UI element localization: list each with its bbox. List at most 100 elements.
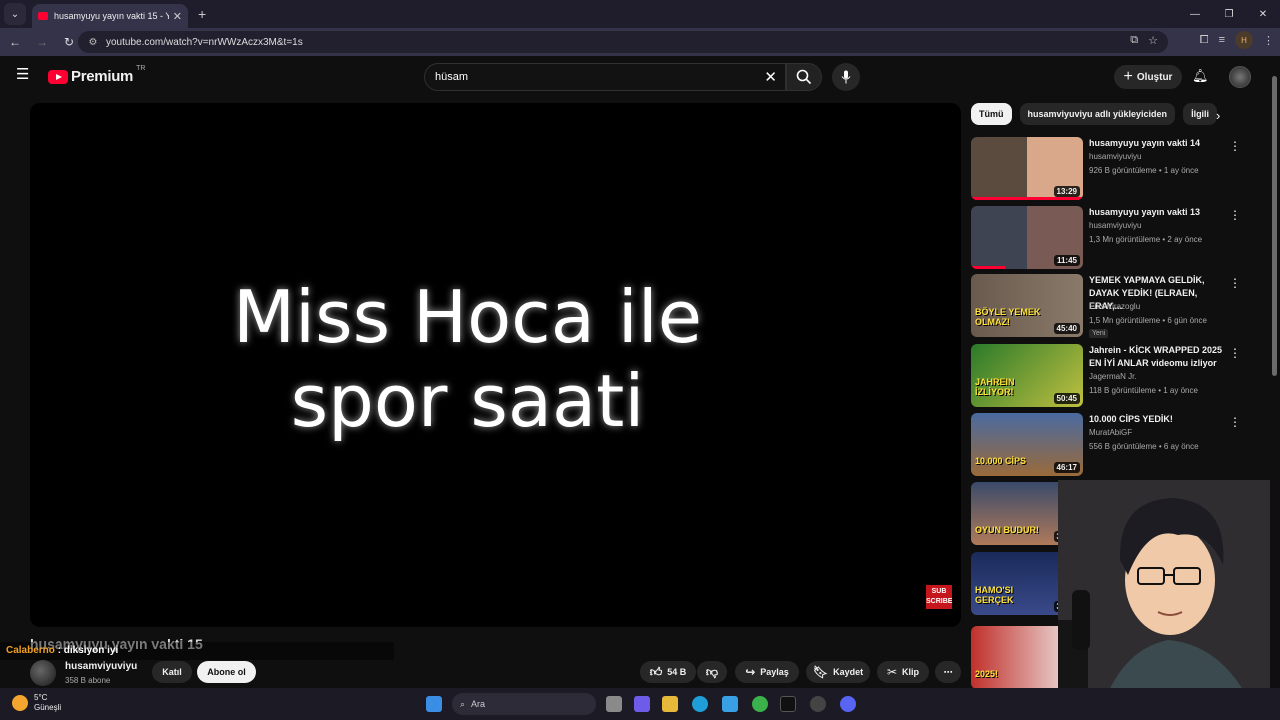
video-duration: 45:40 bbox=[1053, 323, 1080, 334]
recommendation-item[interactable]: BÖYLE YEMEK OLMAZ! 45:40 YEMEK YAPMAYA GEL… bbox=[971, 274, 1241, 338]
voice-search-button[interactable] bbox=[832, 63, 860, 91]
thumbnail-text: OYUN BUDUR! bbox=[975, 525, 1039, 535]
tab-search-icon[interactable]: ⌄ bbox=[4, 3, 26, 25]
reading-list-icon[interactable]: ≡ bbox=[1219, 34, 1225, 46]
weather-widget[interactable]: 5°C Güneşli bbox=[12, 693, 61, 713]
forward-icon[interactable]: → bbox=[30, 30, 54, 54]
channel-avatar[interactable] bbox=[30, 660, 56, 686]
more-vertical-icon[interactable]: ⋮ bbox=[1229, 139, 1241, 153]
recommendation-title[interactable]: husamyuyu yayın vakti 13 bbox=[1089, 206, 1229, 219]
like-button[interactable]: 👍︎ 54 B bbox=[640, 661, 696, 683]
plus-icon: + bbox=[1123, 68, 1133, 85]
back-icon[interactable]: ← bbox=[3, 30, 27, 54]
task-view-icon[interactable] bbox=[606, 696, 622, 712]
chip-related[interactable]: İlgili bbox=[1183, 103, 1218, 125]
obs-icon[interactable] bbox=[810, 696, 826, 712]
account-avatar[interactable] bbox=[1229, 66, 1251, 88]
join-button[interactable]: Katıl bbox=[152, 661, 192, 683]
more-vertical-icon[interactable]: ⋮ bbox=[1229, 415, 1241, 429]
recommendation-title[interactable]: 10.000 CİPS YEDİK! bbox=[1089, 413, 1229, 426]
site-info-icon[interactable]: ⚙ bbox=[86, 35, 100, 49]
clip-button[interactable]: ✂ Klip bbox=[877, 661, 929, 683]
browser-tab-active[interactable]: husamyuyu yayın vakti 15 - YouTube ✕ bbox=[32, 4, 188, 28]
recommendation-meta: 1,5 Mn görüntüleme • 6 gün önce bbox=[1089, 316, 1207, 325]
more-actions-button[interactable]: ⋯ bbox=[935, 661, 961, 683]
weather-condition: Güneşli bbox=[34, 703, 62, 712]
video-overlay-text: Miss Hoca ile spor saati bbox=[30, 275, 933, 443]
address-bar[interactable]: ⚙ youtube.com/watch?v=nrWWzAczx3M&t=1s ⧉… bbox=[78, 31, 1168, 53]
create-button[interactable]: + Oluştur bbox=[1114, 65, 1182, 89]
recommendation-item[interactable]: 13:29 husamyuyu yayın vakti 14 husamviyuvi… bbox=[971, 137, 1241, 201]
recommendation-item[interactable]: 10.000 CİPS 46:17 10.000 CİPS YEDİK! MuratA… bbox=[971, 413, 1241, 477]
recommendation-meta: 1,3 Mn görüntüleme • 2 ay önce bbox=[1089, 235, 1203, 244]
save-button[interactable]: 🔖︎ Kaydet bbox=[806, 661, 870, 683]
notifications-bell-icon[interactable]: 🔔︎ bbox=[1192, 68, 1210, 86]
channel-name[interactable]: husamviyuviyu bbox=[65, 661, 137, 672]
copilot-icon[interactable] bbox=[634, 696, 650, 712]
extensions-icon[interactable]: ⧠ bbox=[1200, 34, 1209, 47]
video-thumbnail[interactable]: 13:29 bbox=[971, 137, 1083, 200]
video-thumbnail[interactable]: 10.000 CİPS 46:17 bbox=[971, 413, 1083, 476]
subscribe-button[interactable]: Abone ol bbox=[197, 661, 256, 683]
taskbar-search-label: Ara bbox=[471, 699, 486, 709]
recommendation-item[interactable]: 11:45 husamyuyu yayın vakti 13 husamviyuvi… bbox=[971, 206, 1241, 270]
recommendation-title[interactable]: husamyuyu yayın vakti 14 bbox=[1089, 137, 1229, 150]
chip-from-uploader[interactable]: husamviyuviyu adlı yükleyiciden bbox=[1019, 103, 1176, 125]
page-scrollbar[interactable] bbox=[1270, 56, 1280, 720]
create-label: Oluştur bbox=[1136, 71, 1173, 83]
recommendation-item[interactable]: JAHREIN İZLİYOR! 50:45 Jahrein - KİCK WRAP… bbox=[971, 344, 1241, 408]
recommendation-meta: 118 B görüntüleme • 1 ay önce bbox=[1089, 386, 1198, 395]
video-duration: 50:45 bbox=[1053, 393, 1080, 404]
share-button[interactable]: ↪ Paylaş bbox=[735, 661, 799, 683]
overlay-line-2: spor saati bbox=[290, 359, 645, 443]
recommendation-channel[interactable]: Enis Kirazoglu bbox=[1089, 302, 1140, 311]
chat-username: Calaberno bbox=[6, 645, 55, 656]
video-thumbnail[interactable]: BÖYLE YEMEK OLMAZ! 45:40 bbox=[971, 274, 1083, 337]
browser-tab-strip: ⌄ husamyuyu yayın vakti 15 - YouTube ✕ +… bbox=[0, 0, 1280, 28]
close-window-icon[interactable]: ✕ bbox=[1246, 0, 1280, 28]
youtube-header: ☰ Premium TR hüsam ✕ + Oluştur 🔔︎ bbox=[0, 56, 1270, 98]
more-vertical-icon[interactable]: ⋮ bbox=[1229, 276, 1241, 290]
recommendation-channel[interactable]: JagermaN Jr. bbox=[1089, 372, 1137, 381]
hamburger-menu-icon[interactable]: ☰ bbox=[16, 67, 32, 84]
tiktok-app-icon[interactable] bbox=[780, 696, 796, 712]
windows-start-icon[interactable] bbox=[426, 696, 442, 712]
more-vertical-icon[interactable]: ⋮ bbox=[1229, 208, 1241, 222]
dislike-button[interactable]: 👎︎ bbox=[697, 661, 727, 683]
recommendation-channel[interactable]: husamviyuviyu bbox=[1089, 221, 1141, 230]
new-badge: Yeni bbox=[1089, 329, 1109, 338]
profile-avatar[interactable]: H bbox=[1235, 31, 1253, 49]
video-player[interactable]: Miss Hoca ile spor saati SUB SCRIBE bbox=[30, 103, 961, 627]
browser-toolbar: ← → ↻ ⚙ youtube.com/watch?v=nrWWzAczx3M&… bbox=[0, 28, 1280, 56]
video-duration: 46:17 bbox=[1053, 462, 1080, 473]
tab-close-icon[interactable]: ✕ bbox=[173, 10, 182, 23]
chrome-icon[interactable] bbox=[752, 696, 768, 712]
minimize-icon[interactable]: — bbox=[1178, 0, 1212, 28]
chevron-right-icon[interactable]: › bbox=[1216, 108, 1220, 123]
restore-icon[interactable]: ❐ bbox=[1212, 0, 1246, 28]
search-value: hüsam bbox=[435, 71, 469, 83]
store-icon[interactable] bbox=[722, 696, 738, 712]
scrollbar-thumb[interactable] bbox=[1272, 76, 1277, 376]
video-thumbnail[interactable]: 11:45 bbox=[971, 206, 1083, 269]
browser-menu-icon[interactable]: ⋮ bbox=[1263, 34, 1274, 47]
recommendation-meta: 556 B görüntüleme • 6 ay önce bbox=[1089, 442, 1199, 451]
recommendation-channel[interactable]: husamviyuviyu bbox=[1089, 152, 1141, 161]
recommendation-title[interactable]: Jahrein - KİCK WRAPPED 2025 EN İYİ ANLAR… bbox=[1089, 344, 1229, 370]
chip-all[interactable]: Tümü bbox=[971, 103, 1012, 125]
taskbar-search[interactable]: ⌕ Ara bbox=[452, 693, 596, 715]
search-button[interactable] bbox=[786, 63, 822, 91]
bookmark-star-icon[interactable]: ☆ bbox=[1148, 34, 1158, 47]
new-tab-icon[interactable]: + bbox=[198, 6, 206, 22]
recommendation-channel[interactable]: MuratAbiGF bbox=[1089, 428, 1132, 437]
youtube-logo[interactable]: Premium TR bbox=[48, 65, 145, 85]
subscribe-watermark[interactable]: SUB SCRIBE bbox=[926, 585, 952, 609]
discord-icon[interactable] bbox=[840, 696, 856, 712]
cast-icon[interactable]: ⧉ bbox=[1130, 34, 1138, 47]
more-vertical-icon[interactable]: ⋮ bbox=[1229, 346, 1241, 360]
video-thumbnail[interactable]: JAHREIN İZLİYOR! 50:45 bbox=[971, 344, 1083, 407]
file-explorer-icon[interactable] bbox=[662, 696, 678, 712]
clear-search-icon[interactable]: ✕ bbox=[764, 68, 777, 86]
edge-icon[interactable] bbox=[692, 696, 708, 712]
search-input[interactable]: hüsam ✕ bbox=[424, 63, 786, 91]
